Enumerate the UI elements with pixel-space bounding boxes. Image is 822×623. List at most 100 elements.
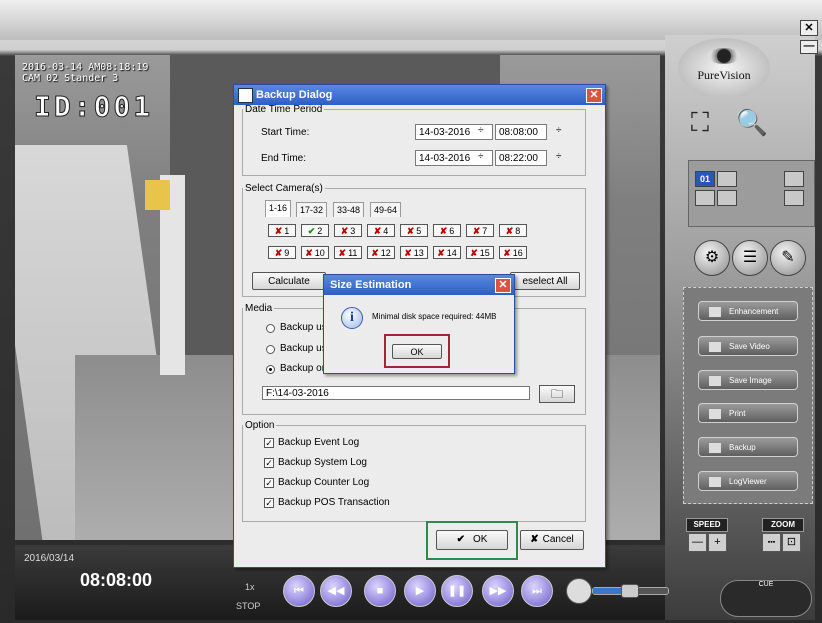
zoom-label: ZOOM (762, 518, 804, 532)
camera-13-toggle[interactable]: ✘ 13 (400, 246, 428, 259)
print-button[interactable]: Print (698, 403, 798, 423)
wrench-icon[interactable]: ✎ (770, 240, 806, 276)
volume-icon[interactable] (566, 578, 592, 604)
start-date-spinner[interactable]: ÷ (478, 125, 484, 136)
backup-button[interactable]: Backup (698, 437, 798, 457)
start-time-value: 08:08:00 (499, 127, 538, 138)
backup-system-log-checkbox[interactable]: ✓ (264, 458, 274, 468)
backup-label: Backup (729, 443, 756, 452)
window-close-button[interactable]: ✕ (800, 20, 818, 36)
size-estimation-close-button[interactable]: ✕ (495, 278, 511, 293)
camera-6-toggle[interactable]: ✘ 6 (433, 224, 461, 237)
camera-15-toggle[interactable]: ✘ 15 (466, 246, 494, 259)
tab-cameras-33-48[interactable]: 33-48 (333, 202, 365, 217)
osd-timestamp: 2016-03-14 AM08:18:19 (22, 62, 149, 73)
backup-event-log-checkbox[interactable]: ✓ (264, 438, 274, 448)
backup-dialog-titlebar[interactable]: Backup Dialog ✕ (234, 85, 605, 105)
media-option-1-radio[interactable] (266, 324, 275, 333)
camera-12-toggle[interactable]: ✘ 12 (367, 246, 395, 259)
start-date-value: 14-03-2016 (419, 127, 471, 138)
size-estimation-ok-button[interactable]: OK (392, 344, 442, 359)
layout-1x1-button[interactable]: 01 (695, 171, 715, 187)
camera-14-toggle[interactable]: ✘ 14 (433, 246, 461, 259)
camera-10-toggle[interactable]: ✘ 10 (301, 246, 329, 259)
end-time-field[interactable]: 08:22:00 (495, 150, 547, 166)
save-video-button[interactable]: Save Video (698, 336, 798, 356)
skip-end-button[interactable]: ⏭ (521, 575, 553, 607)
camera-4-toggle[interactable]: ✘ 4 (367, 224, 395, 237)
camera-9-toggle[interactable]: ✘ 9 (268, 246, 296, 259)
fullscreen-button[interactable] (784, 171, 804, 187)
backup-cancel-button[interactable]: ✘ Cancel (520, 530, 584, 550)
play-button[interactable]: ▶ (404, 575, 436, 607)
camera-number: 1 (284, 226, 290, 236)
unselected-x-icon: ✘ (472, 226, 481, 236)
enhancement-button[interactable]: Enhancement (698, 301, 798, 321)
logviewer-button[interactable]: LogViewer (698, 471, 798, 491)
camera-3-toggle[interactable]: ✘ 3 (334, 224, 362, 237)
settings-icon[interactable]: ⚙ (694, 240, 730, 276)
volume-thumb[interactable] (621, 584, 639, 598)
tab-cameras-49-64[interactable]: 49-64 (370, 202, 402, 217)
step-back-button[interactable]: ◀◀ (320, 575, 352, 607)
stop-button[interactable]: ■ (364, 575, 396, 607)
calculate-button[interactable]: Calculate (252, 272, 326, 290)
start-time-field[interactable]: 08:08:00 (495, 124, 547, 140)
fit-button[interactable] (784, 190, 804, 206)
list-icon[interactable]: ☰ (732, 240, 768, 276)
zoom-in-button[interactable]: ⊡ (782, 533, 801, 552)
camera-7-toggle[interactable]: ✘ 7 (466, 224, 494, 237)
step-forward-button[interactable]: ▶▶ (482, 575, 514, 607)
zoom-out-button[interactable]: ▪▪▪ (762, 533, 781, 552)
start-time-spinner[interactable]: ÷ (556, 125, 562, 136)
speed-minus-button[interactable]: — (688, 533, 707, 552)
media-option-1-label: Backup us (280, 322, 327, 333)
volume-slider[interactable] (592, 584, 669, 598)
folder-icon: 🗀 (550, 387, 563, 401)
search-document-icon[interactable]: 🔍 (735, 105, 769, 139)
brand-logo: PureVision (678, 38, 770, 98)
osd-id: ID:001 (33, 90, 154, 124)
info-icon: i (341, 307, 363, 329)
camera-8-toggle[interactable]: ✘ 8 (499, 224, 527, 237)
backup-pos-transaction-checkbox[interactable]: ✓ (264, 498, 274, 508)
enhancement-icon (709, 306, 721, 317)
speed-plus-button[interactable]: + (708, 533, 727, 552)
size-estimation-message: Minimal disk space required: 44MB (372, 312, 497, 321)
save-video-label: Save Video (729, 342, 770, 351)
tab-cameras-17-32[interactable]: 17-32 (296, 202, 328, 217)
browse-folder-button[interactable]: 🗀 (539, 385, 575, 403)
camera-2-toggle[interactable]: ✔ 2 (301, 224, 329, 237)
backup-path-input[interactable]: F:\14-03-2016 (262, 386, 530, 400)
camera-number: 13 (413, 248, 424, 258)
cue-control[interactable]: CUE (720, 580, 812, 617)
selected-check-icon: ✔ (307, 226, 316, 236)
unselected-x-icon: ✘ (371, 248, 379, 258)
pause-button[interactable]: ❚❚ (441, 575, 473, 607)
media-option-2-radio[interactable] (266, 345, 275, 354)
binoculars-icon[interactable]: ⛶ (683, 105, 717, 139)
camera-11-toggle[interactable]: ✘ 11 (334, 246, 362, 259)
media-option-3-radio[interactable] (266, 365, 275, 374)
layout-3x3-button[interactable] (695, 190, 715, 206)
layout-4x4-button[interactable] (717, 190, 737, 206)
size-estimation-titlebar[interactable]: Size Estimation ✕ (324, 275, 514, 295)
backup-ok-button[interactable]: ✔ OK (436, 530, 508, 550)
backup-counter-log-checkbox[interactable]: ✓ (264, 478, 274, 488)
end-date-spinner[interactable]: ÷ (478, 151, 484, 162)
layout-2x2-button[interactable] (717, 171, 737, 187)
tab-cameras-1-16[interactable]: 1-16 (265, 200, 292, 217)
deselect-all-button[interactable]: eselect All (510, 272, 580, 290)
skip-start-button[interactable]: ⏮ (283, 575, 315, 607)
window-minimize-button[interactable]: — (800, 40, 818, 54)
backup-dialog-close-button[interactable]: ✕ (586, 88, 602, 103)
camera-1-toggle[interactable]: ✘ 1 (268, 224, 296, 237)
unselected-x-icon: ✘ (470, 248, 478, 258)
print-icon (709, 408, 721, 419)
save-image-label: Save Image (729, 376, 772, 385)
camera-16-toggle[interactable]: ✘ 16 (499, 246, 527, 259)
end-time-spinner[interactable]: ÷ (556, 151, 562, 162)
save-image-button[interactable]: Save Image (698, 370, 798, 390)
camera-5-toggle[interactable]: ✘ 5 (400, 224, 428, 237)
brand-name: PureVision (697, 68, 751, 82)
